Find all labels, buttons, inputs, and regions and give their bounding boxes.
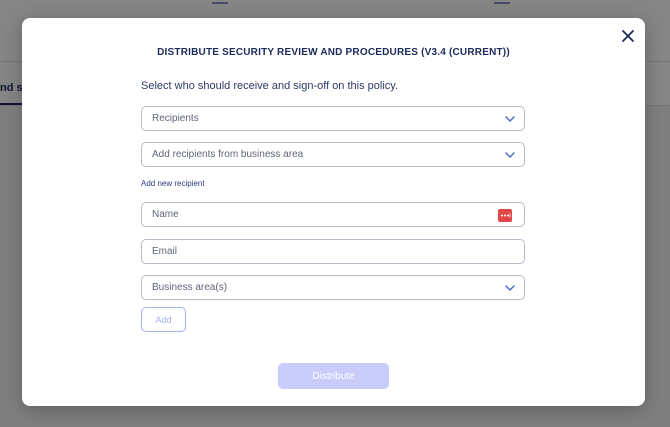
close-button[interactable] [618,26,638,46]
chevron-down-icon [505,152,515,158]
chevron-down-icon [505,285,515,291]
recipients-select-placeholder: Recipients [152,113,199,124]
modal-title: DISTRIBUTE SECURITY REVIEW AND PROCEDURE… [157,47,510,58]
password-manager-icon[interactable] [498,209,512,222]
close-icon [622,30,634,42]
business-areas-select[interactable]: Business area(s) [141,275,525,300]
email-field-placeholder: Email [152,246,178,257]
add-new-recipient-link[interactable]: Add new recipient [141,179,205,188]
recipients-select[interactable]: Recipients [141,106,525,131]
add-button[interactable]: Add [141,307,186,332]
distribute-button[interactable]: Distribute [278,363,389,389]
business-area-recipients-placeholder: Add recipients from business area [152,149,304,160]
instruction-text: Select who should receive and sign-off o… [141,80,399,92]
business-areas-placeholder: Business area(s) [152,282,228,293]
name-field-placeholder: Name [152,209,179,220]
chevron-down-icon [505,116,515,122]
name-field[interactable]: Name [141,202,525,227]
email-field[interactable]: Email [141,239,525,264]
distribute-modal: DISTRIBUTE SECURITY REVIEW AND PROCEDURE… [22,18,645,406]
business-area-recipients-select[interactable]: Add recipients from business area [141,142,525,167]
